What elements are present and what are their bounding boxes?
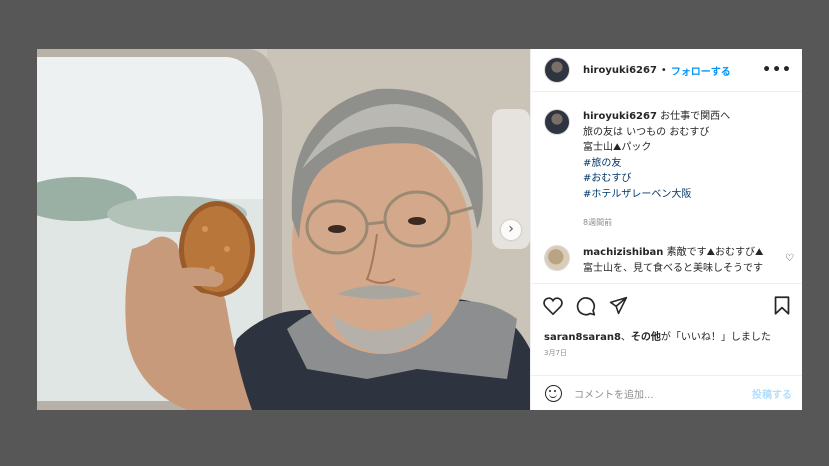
caption-username[interactable]: hiroyuki6267 xyxy=(583,111,657,122)
caption-avatar[interactable] xyxy=(544,109,570,135)
instagram-post: › hiroyuki6267 • フォローする ••• hiroyuki6267… xyxy=(37,49,802,410)
avatar[interactable] xyxy=(544,57,570,83)
photo-illustration xyxy=(37,49,530,410)
more-options-icon[interactable]: ••• xyxy=(762,62,792,78)
hashtag-link[interactable]: #ホテルザレーベン大阪 xyxy=(583,187,730,203)
caption: hiroyuki6267 お仕事で関西へ 旅の友は いつもの おむすび 富士山⛰… xyxy=(544,109,794,202)
comment-like-icon[interactable]: ♡ xyxy=(785,253,794,264)
commenter-avatar[interactable] xyxy=(544,245,570,271)
caption-line-2: 旅の友は いつもの おむすび xyxy=(583,126,710,138)
comment-text: machizishiban 素敵です⛰おむすび⛰富士山を、見て食べると美味しそう… xyxy=(583,245,768,279)
like-heart-icon[interactable] xyxy=(543,296,563,315)
liker-username[interactable]: saran8saran8 xyxy=(544,332,621,343)
comment-item: machizishiban 素敵です⛰おむすび⛰富士山を、見て食べると美味しそう… xyxy=(544,245,796,279)
caption-line-1: お仕事で関西へ xyxy=(660,111,731,122)
separator-dot: • xyxy=(660,64,667,76)
add-comment-bar: コメントを追加... 投稿する xyxy=(531,375,802,410)
caption-text: hiroyuki6267 お仕事で関西へ 旅の友は いつもの おむすび 富士山⛰… xyxy=(583,109,730,202)
post-sidebar: hiroyuki6267 • フォローする ••• hiroyuki6267 お… xyxy=(530,49,802,410)
post-date[interactable]: 3月7日 xyxy=(544,348,567,358)
comment-icon[interactable] xyxy=(576,296,596,316)
action-bar xyxy=(531,283,802,327)
emoji-icon[interactable] xyxy=(545,384,562,402)
likes-comma: 、 xyxy=(620,332,631,343)
likes-others-link[interactable]: その他 xyxy=(631,332,661,343)
follow-button[interactable]: フォローする xyxy=(671,63,731,78)
hashtag-link[interactable]: #おむすび xyxy=(583,171,730,187)
next-photo-button[interactable]: › xyxy=(501,220,521,240)
share-icon[interactable] xyxy=(609,296,628,315)
post-username[interactable]: hiroyuki6267 xyxy=(583,65,657,76)
caption-time-ago[interactable]: 8週間前 xyxy=(583,217,612,228)
post-header: hiroyuki6267 • フォローする ••• xyxy=(531,49,802,92)
post-photo[interactable]: › xyxy=(37,49,530,410)
commenter-username[interactable]: machizishiban xyxy=(583,247,663,258)
likes-summary: saran8saran8、その他が「いいね！」しました xyxy=(544,328,771,343)
hashtag-link[interactable]: #旅の友 xyxy=(583,156,730,172)
likes-text: が「いいね！」しました xyxy=(660,332,771,343)
caption-line-3: 富士山⛰パック xyxy=(583,142,652,153)
comment-input[interactable]: コメントを追加... xyxy=(574,386,654,401)
bookmark-icon[interactable] xyxy=(774,296,790,315)
post-comment-button[interactable]: 投稿する xyxy=(752,386,792,401)
